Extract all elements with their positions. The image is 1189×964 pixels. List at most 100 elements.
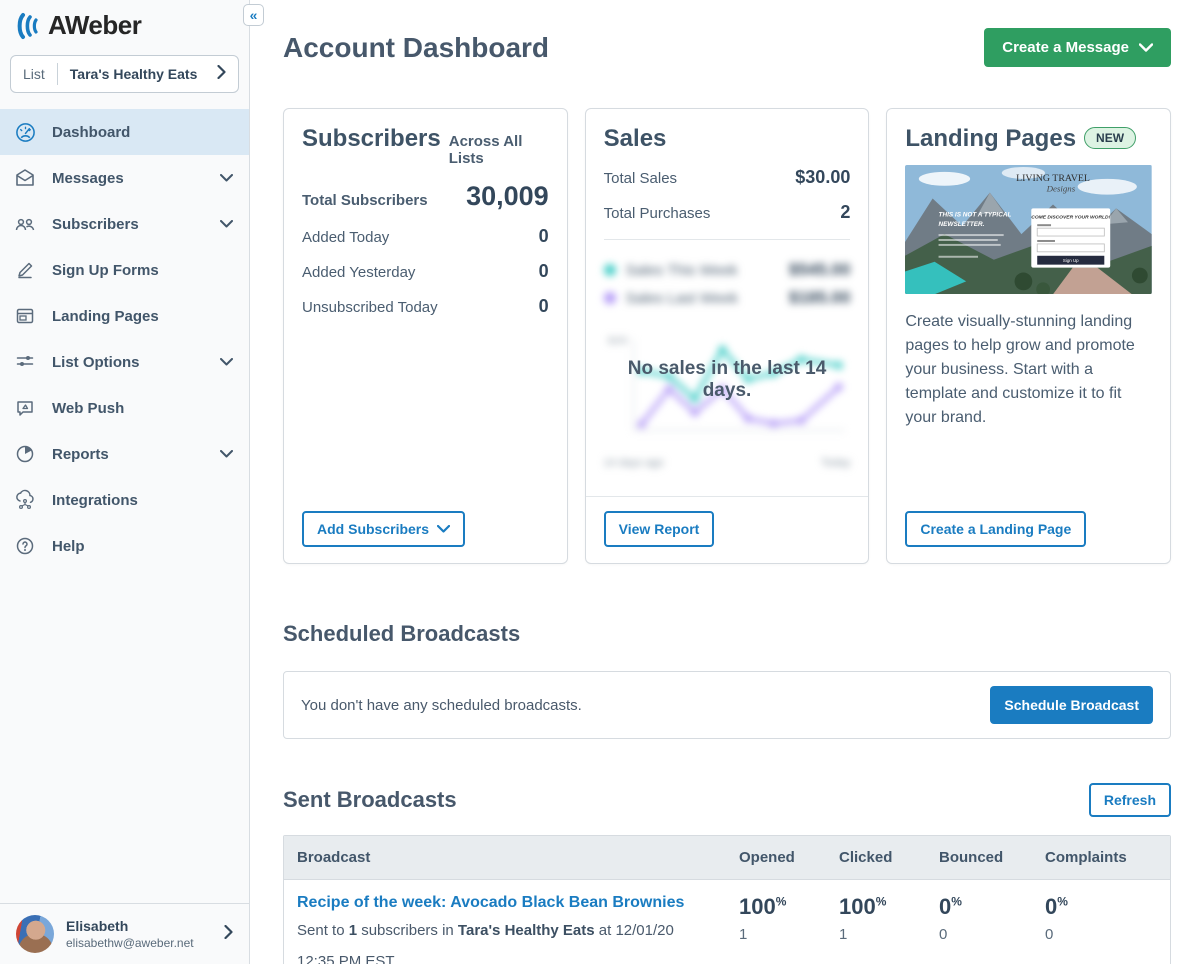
broadcast-title-link[interactable]: Recipe of the week: Avocado Black Bean B… [297,894,739,912]
teal-dot-icon [604,264,616,276]
complaints-cell: 0% 0 [1045,880,1170,964]
list-selector-value: Tara's Healthy Eats [58,66,198,82]
stat-label: Added Today [302,229,389,246]
opened-percent: 100 [739,894,776,919]
add-subscribers-button[interactable]: Add Subscribers [302,511,465,547]
sales-card-body: Sales Total Sales $30.00 Total Purchases… [586,109,869,496]
sidebar-item-help[interactable]: Help [0,523,249,569]
sidebar-item-messages[interactable]: Messages [0,155,249,201]
legend-sales-last-week: Sales Last Week $185.00 [604,288,851,308]
column-complaints: Complaints [1045,836,1170,879]
clicked-count: 1 [839,926,939,943]
aweber-logo: AWeber [0,0,249,49]
stat-label: Unsubscribed Today [302,299,438,316]
sidebar-item-label: Help [52,538,85,555]
sidebar-item-label: Reports [52,446,109,463]
broadcast-sent-time: 12:35 PM EST [297,950,739,964]
sent-prefix: Sent to [297,922,349,939]
add-subscribers-label: Add Subscribers [317,521,429,537]
landing-pages-card-title: Landing Pages [905,125,1076,153]
scheduled-broadcasts-title: Scheduled Broadcasts [283,621,1171,647]
stat-value: 0 [539,261,549,282]
envelope-icon [14,167,36,189]
landing-pages-card-title-row: Landing Pages NEW [905,125,1152,153]
opened-cell: 100% 1 [739,880,839,964]
subscribers-card-footer: Add Subscribers [284,497,567,563]
sidebar-collapse-button[interactable]: « [243,4,264,26]
sidebar-item-label: Messages [52,170,124,187]
chevron-down-icon [220,358,233,366]
bounced-cell: 0% 0 [939,880,1045,964]
subscribers-card: Subscribers Across All Lists Total Subsc… [283,108,568,564]
sales-chart-x-axis: 14 days ago Today [604,457,851,469]
table-row: Recipe of the week: Avocado Black Bean B… [284,880,1170,964]
landing-pages-card-body: Landing Pages NEW [887,109,1170,497]
svg-text:Sign Up: Sign Up [1063,258,1079,263]
refresh-button[interactable]: Refresh [1089,783,1171,817]
sidebar-nav: Dashboard Messages Subscribers [0,109,249,569]
sent-suffix: at 12/01/20 [595,922,674,939]
sidebar-item-dashboard[interactable]: Dashboard [0,109,249,155]
sales-chart-blurred: Sales This Week $545.00 Sales Last Week … [604,240,851,469]
chat-bubble-icon [14,397,36,419]
x-axis-left-label: 14 days ago [604,457,664,469]
people-icon [14,213,36,235]
create-message-button[interactable]: Create a Message [984,28,1171,67]
sidebar-item-label: Web Push [52,400,124,417]
sidebar-item-label: Subscribers [52,216,139,233]
svg-text:$150: $150 [608,336,628,346]
complaints-percent: 0 [1045,894,1057,919]
column-bounced: Bounced [939,836,1045,879]
page-title: Account Dashboard [283,32,549,64]
create-landing-page-button[interactable]: Create a Landing Page [905,511,1086,547]
stat-label: Added Yesterday [302,264,415,281]
sidebar-item-label: List Options [52,354,140,371]
complaints-count: 0 [1045,926,1170,943]
sidebar-item-reports[interactable]: Reports [0,431,249,477]
legend-label: Sales This Week [626,262,738,279]
sales-chart-area: Sales This Week $545.00 Sales Last Week … [604,239,851,496]
svg-text:Designs: Designs [1046,184,1076,194]
sent-list-name: Tara's Healthy Eats [458,922,595,939]
chevron-down-icon [220,220,233,228]
sidebar-item-sign-up-forms[interactable]: Sign Up Forms [0,247,249,293]
bounced-count: 0 [939,926,1045,943]
svg-text:LIVING TRAVEL: LIVING TRAVEL [1016,173,1090,184]
chevron-down-icon [437,525,450,533]
sales-card-title: Sales [604,125,667,153]
schedule-broadcast-button[interactable]: Schedule Broadcast [990,686,1153,724]
list-selector[interactable]: List Tara's Healthy Eats [10,55,239,93]
svg-text:COME DISCOVER YOUR WORLD!: COME DISCOVER YOUR WORLD! [1032,214,1111,220]
browser-window-icon [14,305,36,327]
user-email: elisabethw@aweber.net [66,936,194,950]
stat-added-today: Added Today 0 [302,226,549,247]
sales-card: Sales Total Sales $30.00 Total Purchases… [585,108,870,564]
dashboard-cards: Subscribers Across All Lists Total Subsc… [283,108,1171,564]
sidebar-item-landing-pages[interactable]: Landing Pages [0,293,249,339]
x-axis-right-label: Today [821,457,850,469]
stat-label: Total Sales [604,170,677,187]
page-header: Account Dashboard Create a Message [283,28,1171,67]
sidebar-item-web-push[interactable]: Web Push [0,385,249,431]
landing-pages-card-footer: Create a Landing Page [887,497,1170,563]
sidebar-item-integrations[interactable]: Integrations [0,477,249,523]
legend-label: Sales Last Week [626,290,738,307]
sent-broadcasts-table: Broadcast Opened Clicked Bounced Complai… [283,835,1171,964]
scheduled-broadcasts-panel: You don't have any scheduled broadcasts.… [283,671,1171,739]
sidebar-item-label: Sign Up Forms [52,262,159,279]
column-clicked: Clicked [839,836,939,879]
pencil-icon [14,259,36,281]
sliders-icon [14,351,36,373]
user-account-button[interactable]: Elisabeth elisabethw@aweber.net [0,903,249,964]
subscribers-card-body: Subscribers Across All Lists Total Subsc… [284,109,567,497]
stat-value: 0 [539,226,549,247]
chevron-down-icon [1139,43,1153,52]
view-report-button[interactable]: View Report [604,511,715,547]
legend-sales-this-week: Sales This Week $545.00 [604,260,851,280]
sidebar-item-subscribers[interactable]: Subscribers [0,201,249,247]
landing-page-preview-image: LIVING TRAVEL Designs THIS IS NOT A TYPI… [905,165,1152,294]
chevron-right-icon [224,925,233,944]
pie-chart-icon [14,443,36,465]
sent-broadcasts-title: Sent Broadcasts [283,787,457,813]
sidebar-item-list-options[interactable]: List Options [0,339,249,385]
